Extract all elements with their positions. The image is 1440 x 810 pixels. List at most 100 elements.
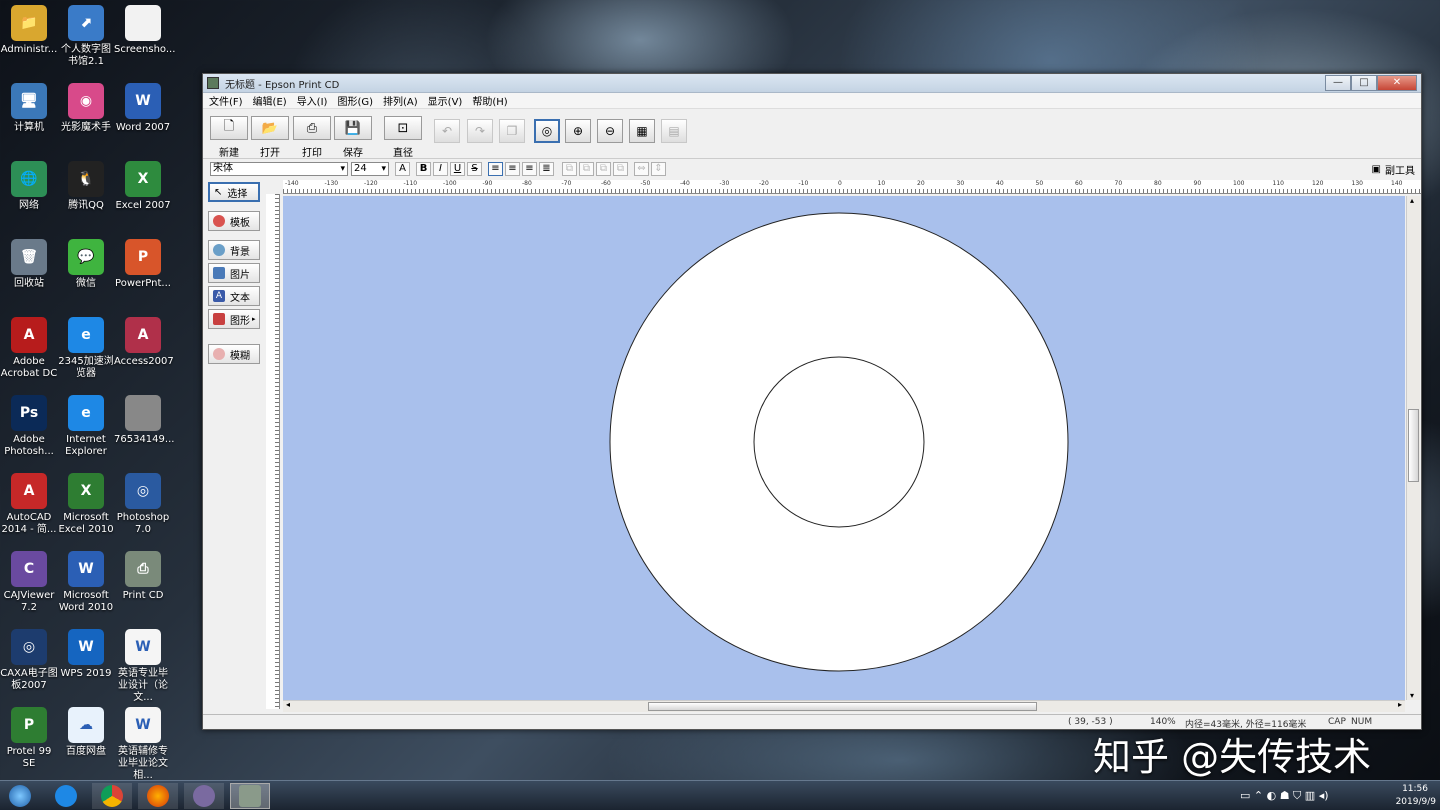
scroll-right-icon[interactable]: ▸ — [1398, 700, 1402, 709]
menu-arrange[interactable]: 排列(A) — [383, 93, 418, 108]
desktop-icon[interactable]: ◎ Photoshop 7.0 — [114, 473, 172, 536]
text-color-button[interactable]: A — [395, 162, 410, 176]
bring-front-button[interactable]: ⧉ — [596, 162, 611, 176]
diameter-button[interactable]: ⊡ 直径 — [384, 116, 422, 159]
menu-graphics[interactable]: 图形(G) — [337, 93, 373, 108]
taskbar-firefox[interactable] — [138, 783, 178, 809]
tool-select[interactable]: ↖ 选择 — [208, 182, 260, 202]
desktop-icon[interactable]: W 英语辅修专业毕业论文相... — [114, 707, 172, 782]
tool-picture[interactable]: 图片 — [208, 263, 260, 283]
save-button[interactable]: 💾 保存 — [334, 116, 372, 159]
horizontal-scroll-thumb[interactable] — [648, 702, 1037, 711]
desktop-icon[interactable]: 📁 Administr... — [0, 5, 58, 56]
taskbar-ie[interactable] — [46, 783, 86, 809]
italic-button[interactable]: I — [433, 162, 448, 176]
redo-button[interactable]: ↷ — [467, 119, 493, 143]
zoom-out-button[interactable]: ⊖ — [597, 119, 623, 143]
desktop-icon[interactable]: ◉ 光影魔术手 — [57, 83, 115, 134]
desktop-icon[interactable]: ◎ CAXA电子图板2007 — [0, 629, 58, 692]
vertical-scroll-thumb[interactable] — [1408, 409, 1419, 482]
menu-view[interactable]: 显示(V) — [428, 93, 463, 108]
desktop-icon[interactable]: 🌐 网络 — [0, 161, 58, 212]
desktop-icon[interactable]: e 2345加速浏览器 — [57, 317, 115, 380]
tool-template[interactable]: 模板 — [208, 211, 260, 231]
menu-import[interactable]: 导入(I) — [297, 93, 328, 108]
desktop-icon[interactable]: e Internet Explorer — [57, 395, 115, 458]
align-left-button[interactable]: ≡ — [488, 162, 503, 176]
menu-edit[interactable]: 编辑(E) — [253, 93, 287, 108]
desktop-icon[interactable]: Screensho... — [114, 5, 175, 56]
vertical-scrollbar[interactable]: ▴ ▾ — [1406, 196, 1420, 700]
desktop-icon[interactable]: 76534149... — [114, 395, 174, 446]
tool-background[interactable]: 背景 — [208, 240, 260, 260]
tool-blur[interactable]: 模糊 — [208, 344, 260, 364]
desktop-icon[interactable]: P Protel 99 SE — [0, 707, 58, 770]
strikethrough-button[interactable]: S — [467, 162, 482, 176]
subtoolbar-icon: ▣ — [1371, 164, 1381, 175]
title-bar[interactable]: 无标题 - Epson Print CD — □ ✕ — [203, 74, 1421, 93]
taskbar-printcd[interactable] — [230, 783, 270, 809]
scroll-down-icon[interactable]: ▾ — [1410, 691, 1414, 700]
desktop-icon[interactable]: ☁ 百度网盘 — [57, 707, 115, 758]
font-size-select[interactable]: 24 — [351, 162, 389, 176]
copy-button[interactable]: ❐ — [499, 119, 525, 143]
new-button[interactable]: 🗋 新建 — [210, 116, 248, 159]
design-canvas[interactable] — [283, 196, 1405, 700]
align-right-button[interactable]: ≡ — [522, 162, 537, 176]
desktop-icon-label: 计算机 — [14, 122, 44, 133]
scroll-left-icon[interactable]: ◂ — [286, 700, 290, 709]
desktop-icon[interactable]: X Excel 2007 — [114, 161, 172, 212]
desktop-icon[interactable]: A Access2007 — [114, 317, 174, 368]
bold-button[interactable]: B — [416, 162, 431, 176]
grid-button[interactable]: ▦ — [629, 119, 655, 143]
undo-button[interactable]: ↶ — [434, 119, 460, 143]
close-button[interactable]: ✕ — [1377, 75, 1417, 91]
desktop-icon[interactable]: W Word 2007 — [114, 83, 172, 134]
flip-vertical-button[interactable]: ⇕ — [651, 162, 666, 176]
taskbar-app[interactable] — [184, 783, 224, 809]
horizontal-scrollbar[interactable]: ◂ ▸ — [283, 700, 1405, 712]
desktop-icon[interactable]: 🖥 计算机 — [0, 83, 58, 134]
taskbar-chrome[interactable] — [92, 783, 132, 809]
scroll-up-icon[interactable]: ▴ — [1410, 196, 1414, 205]
properties-button[interactable]: ▤ — [661, 119, 687, 143]
flip-horizontal-button[interactable]: ⇔ — [634, 162, 649, 176]
tool-text[interactable]: A 文本 — [208, 286, 260, 306]
send-backward-button[interactable]: ⧉ — [579, 162, 594, 176]
minimize-button[interactable]: — — [1325, 75, 1351, 91]
desktop-icon[interactable]: P PowerPnt... — [114, 239, 172, 290]
send-back-button[interactable]: ⧉ — [613, 162, 628, 176]
view-fit-button[interactable]: ◎ — [534, 119, 560, 143]
clock-time[interactable]: 11:56 — [1402, 784, 1428, 794]
justify-button[interactable]: ≣ — [539, 162, 554, 176]
desktop-icon[interactable]: A AutoCAD 2014 - 简... — [0, 473, 58, 536]
underline-button[interactable]: U — [450, 162, 465, 176]
desktop-icon[interactable]: ⬈ 个人数字图书馆2.1 — [57, 5, 115, 68]
desktop-icon[interactable]: Ps Adobe Photosh... — [0, 395, 58, 458]
desktop-icon[interactable]: ⎙ Print CD — [114, 551, 172, 602]
desktop-icon[interactable]: 🐧 腾讯QQ — [57, 161, 115, 212]
align-center-button[interactable]: ≡ — [505, 162, 520, 176]
desktop-icon[interactable]: 🗑 回收站 — [0, 239, 58, 290]
desktop-icon[interactable]: X Microsoft Excel 2010 — [57, 473, 115, 536]
subtoolbar-button[interactable]: ▣ 副工具 — [1372, 162, 1415, 177]
desktop-icon[interactable]: W Microsoft Word 2010 — [57, 551, 115, 614]
desktop-icon[interactable]: W WPS 2019 — [57, 629, 115, 680]
font-select[interactable]: 宋体 — [210, 162, 348, 176]
open-button[interactable]: 📂 打开 — [251, 116, 289, 159]
maximize-button[interactable]: □ — [1351, 75, 1377, 91]
start-button[interactable] — [0, 783, 40, 809]
clock-date[interactable]: 2019/9/9 — [1396, 797, 1436, 807]
bring-forward-button[interactable]: ⧉ — [562, 162, 577, 176]
menu-file[interactable]: 文件(F) — [209, 93, 243, 108]
tool-shape[interactable]: 图形 ▸ — [208, 309, 260, 329]
desktop-icon[interactable]: C CAJViewer 7.2 — [0, 551, 58, 614]
print-button[interactable]: ⎙ 打印 — [293, 116, 331, 159]
desktop-icon[interactable]: W 英语专业毕业设计（论文... — [114, 629, 172, 704]
cd-label-artboard — [609, 212, 1069, 672]
zoom-in-button[interactable]: ⊕ — [565, 119, 591, 143]
tray-icons[interactable]: ▭ ⌃ ◐ ☗ ⛉ ▥ ◂) — [1240, 789, 1329, 803]
desktop-icon[interactable]: 💬 微信 — [57, 239, 115, 290]
desktop-icon[interactable]: A Adobe Acrobat DC — [0, 317, 58, 380]
menu-help[interactable]: 帮助(H) — [472, 93, 507, 108]
